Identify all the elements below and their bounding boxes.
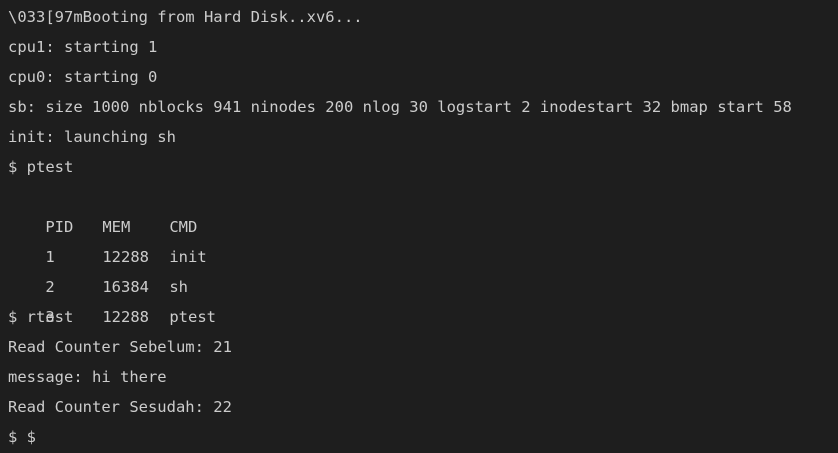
read-counter-after: Read Counter Sesudah: 22 [8,398,232,416]
row-mem: 12288 [102,248,149,266]
ptest-command: $ ptest [8,158,74,176]
cpu0-line: cpu0: starting 0 [8,68,158,86]
row-mem: 16384 [102,278,149,296]
read-counter-before: Read Counter Sebelum: 21 [8,338,232,356]
header-mem: MEM [102,218,131,236]
header-cmd: CMD [169,218,198,236]
row-cmd: sh [169,278,188,296]
message-line: message: hi there [8,368,167,386]
header-pid: PID [45,218,74,236]
process-table-header: PID MEM CMD [8,182,838,236]
row-pid: 1 [45,248,55,266]
terminal-output[interactable]: \033[97mBooting from Hard Disk..xv6... c… [0,0,838,453]
row-pid: 2 [45,278,55,296]
boot-line: \033[97mBooting from Hard Disk..xv6... [8,8,363,26]
superblock-line: sb: size 1000 nblocks 941 ninodes 200 nl… [8,98,792,116]
row-mem: 12288 [102,308,149,326]
row-cmd: init [169,248,207,266]
init-line: init: launching sh [8,128,176,146]
cpu1-line: cpu1: starting 1 [8,38,158,56]
row-cmd: ptest [169,308,216,326]
shell-prompt[interactable]: $ $ [8,422,838,452]
